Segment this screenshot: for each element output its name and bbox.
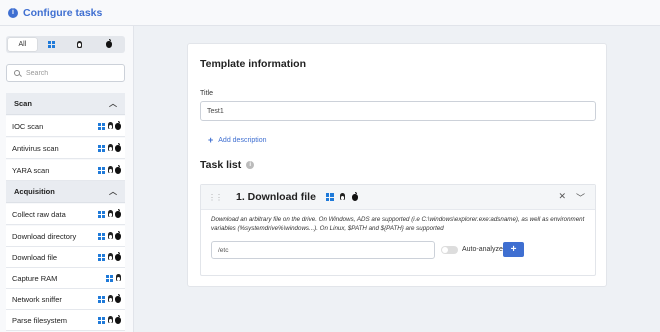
sidebar-item-download-file[interactable]: Download file: [6, 247, 125, 268]
task-card-header: ⋮⋮ 1. Download file ✕ ﹀: [201, 185, 595, 210]
close-icon[interactable]: ✕: [558, 191, 566, 204]
sidebar-item-ioc-scan[interactable]: IOC scan: [6, 116, 125, 137]
apple-icon: [351, 191, 358, 201]
template-panel: Template information Title + Add descrip…: [187, 43, 607, 287]
path-input[interactable]: [211, 241, 435, 259]
windows-icon: [98, 122, 105, 130]
task-card: ⋮⋮ 1. Download file ✕ ﹀ Download an arbi…: [200, 184, 596, 276]
chevron-down-icon[interactable]: ﹀: [576, 191, 585, 204]
sidebar-item-download-directory[interactable]: Download directory: [6, 226, 125, 247]
help-icon[interactable]: i: [246, 161, 255, 169]
linux-icon: [107, 122, 113, 130]
windows-icon: [47, 41, 55, 48]
sidebar-item-label: YARA scan: [12, 165, 50, 175]
group-header-scan[interactable]: Scan ︿: [6, 93, 125, 115]
sidebar-item-parse-filesystem[interactable]: Parse filesystem: [6, 310, 125, 331]
sidebar-item-label: Download file: [12, 252, 58, 262]
apple-icon: [115, 251, 121, 261]
linux-icon: [77, 40, 83, 49]
linux-icon: [107, 253, 113, 261]
drag-handle-icon[interactable]: ⋮⋮: [208, 193, 223, 202]
sidebar-item-label: Download directory: [12, 231, 77, 241]
search-icon: [14, 70, 20, 76]
linux-icon: [115, 274, 121, 282]
group-label: Acquisition: [14, 187, 55, 196]
linux-icon: [107, 316, 113, 324]
template-information-title: Template information: [200, 58, 306, 70]
info-icon: i: [8, 7, 18, 18]
windows-icon: [98, 144, 105, 152]
add-description-label: Add description: [218, 136, 267, 144]
apple-icon: [115, 293, 121, 303]
tab-all[interactable]: All: [8, 38, 37, 51]
tab-windows[interactable]: [37, 38, 66, 51]
windows-icon: [98, 210, 105, 218]
linux-icon: [107, 295, 113, 303]
linux-icon: [107, 232, 113, 240]
apple-icon: [115, 142, 121, 152]
linux-icon: [107, 144, 113, 152]
linux-icon: [107, 166, 113, 174]
sidebar-item-antivirus-scan[interactable]: Antivirus scan: [6, 138, 125, 159]
windows-icon: [98, 316, 105, 324]
page-title: Configure tasks: [23, 6, 103, 19]
chevron-up-icon: ︿: [109, 99, 117, 108]
apple-icon: [115, 314, 121, 324]
windows-icon: [325, 193, 334, 201]
add-path-button[interactable]: +: [503, 242, 524, 257]
sidebar-item-label: Antivirus scan: [12, 143, 59, 153]
task-list-label: Task list: [200, 159, 242, 171]
task-name: 1. Download file: [236, 191, 316, 203]
windows-icon: [98, 166, 105, 174]
linux-icon: [340, 193, 346, 201]
search-box[interactable]: [6, 64, 125, 82]
linux-icon: [107, 210, 113, 218]
sidebar-item-network-sniffer[interactable]: Network sniffer: [6, 289, 125, 310]
task-description: Download an arbitrary file on the drive.…: [211, 216, 585, 232]
chevron-up-icon: ︿: [109, 187, 117, 196]
apple-icon: [115, 230, 121, 240]
windows-icon: [98, 295, 105, 303]
plus-icon: +: [208, 135, 214, 145]
sidebar-item-label: Capture RAM: [12, 273, 58, 283]
sidebar-item-label: Network sniffer: [12, 294, 62, 304]
search-input[interactable]: [26, 69, 116, 77]
sidebar-item-capture-ram[interactable]: Capture RAM: [6, 268, 125, 289]
group-label: Scan: [14, 99, 32, 108]
sidebar-item-yara-scan[interactable]: YARA scan: [6, 160, 125, 181]
apple-icon: [105, 39, 112, 48]
sidebar-item-label: Parse filesystem: [12, 315, 68, 325]
windows-icon: [106, 274, 113, 282]
sidebar-item-label: IOC scan: [12, 121, 44, 131]
tab-macos[interactable]: [94, 38, 123, 51]
top-bar: i Configure tasks: [0, 0, 660, 26]
tab-linux[interactable]: [66, 38, 95, 51]
os-filter-tabs: All: [6, 36, 125, 53]
apple-icon: [115, 208, 121, 218]
task-list-title: Task list i: [200, 159, 255, 171]
auto-analyze-label: Auto-analyze: [462, 246, 503, 253]
title-input[interactable]: [200, 101, 596, 121]
title-field-label: Title: [200, 90, 213, 97]
apple-icon: [115, 120, 121, 130]
group-header-acquisition[interactable]: Acquisition ︿: [6, 181, 125, 203]
sidebar-item-collect-raw-data[interactable]: Collect raw data: [6, 204, 125, 225]
windows-icon: [98, 232, 105, 240]
auto-analyze-toggle[interactable]: [441, 246, 458, 254]
sidebar-item-label: Collect raw data: [12, 209, 66, 219]
apple-icon: [115, 164, 121, 174]
windows-icon: [98, 253, 105, 261]
add-description-link[interactable]: + Add description: [208, 135, 267, 145]
